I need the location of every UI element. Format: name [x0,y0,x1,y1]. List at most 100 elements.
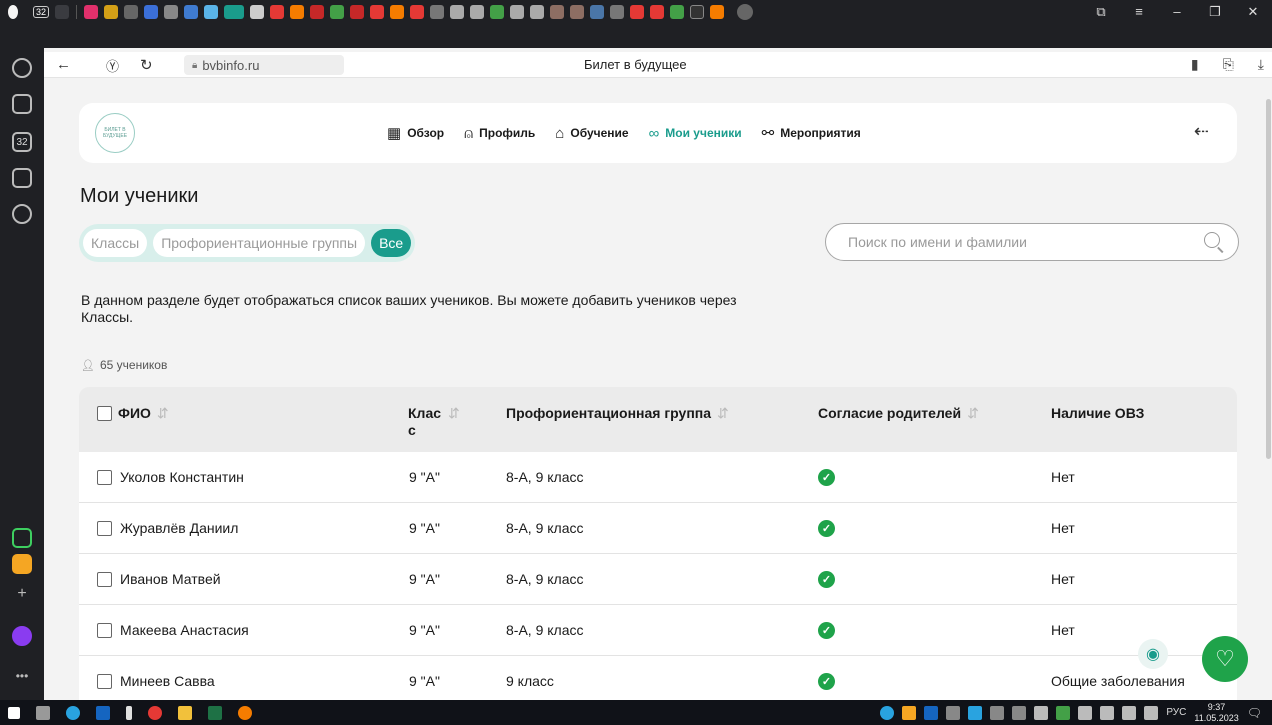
tab-count-badge[interactable]: 32 [33,5,50,18]
row-checkbox[interactable] [97,623,112,638]
tab-icon[interactable] [250,4,265,19]
minimize-icon[interactable]: – [1158,4,1196,19]
tab-icon[interactable] [164,4,179,19]
tab-icon[interactable] [370,4,385,19]
notifications-icon[interactable]: 🗨︎ [1247,706,1262,720]
tray-icon[interactable] [990,705,1005,720]
network-icon[interactable] [1034,705,1049,720]
table-row[interactable]: Иванов Матвей 9 "А" 8-А, 9 класс ✓ Нет [79,554,1237,605]
tab-icon[interactable] [690,4,705,19]
tab-icon[interactable] [144,4,159,19]
nav-profile[interactable]: ⍝ Профиль [464,125,535,142]
nav-education[interactable]: ⌂ Обучение [555,125,628,142]
tab-count-icon[interactable]: 32 [12,132,32,152]
task-view-icon[interactable] [36,705,50,720]
filter-all[interactable]: Все [371,229,412,257]
tray-icon[interactable] [1012,705,1027,720]
tab-icon[interactable] [450,4,465,19]
chevron-down-icon[interactable] [55,4,70,19]
tab-icon[interactable] [430,4,445,19]
tab-icon[interactable] [204,4,219,19]
sort-icon[interactable]: ⇵ [448,405,460,422]
tab-icon[interactable] [290,4,305,19]
alice-assistant-icon[interactable] [12,626,32,646]
volume-icon[interactable] [1078,705,1093,720]
search-input[interactable] [848,234,1188,250]
search-icon[interactable] [1204,232,1220,248]
table-row[interactable]: Минеев Савва 9 "А" 9 класс ✓ Общие забол… [79,656,1237,700]
logout-icon[interactable]: ⇠ [1194,121,1209,142]
download-icon[interactable]: ⤓ [1258,56,1264,73]
tab-icon[interactable] [610,4,625,19]
app-icon[interactable] [12,528,32,548]
row-checkbox[interactable] [97,521,112,536]
tab-icon[interactable] [670,4,685,19]
table-row[interactable]: Макеева Анастасия 9 "А" 8-А, 9 класс ✓ Н… [79,605,1237,656]
yandex-browser-icon[interactable] [148,705,162,720]
language-indicator[interactable]: РУС [1166,707,1186,718]
tab-icon-active[interactable] [224,4,245,19]
clock[interactable]: 9:37 11.05.2023 [1194,702,1238,724]
tab-icon[interactable] [490,4,505,19]
more-dots-icon[interactable]: ••• [12,666,32,686]
new-tab-plus-icon[interactable] [737,3,754,20]
accessibility-eye-button[interactable]: ◉ [1138,639,1168,669]
filter-career-groups[interactable]: Профориентационные группы [153,229,366,257]
tray-icon[interactable] [1100,705,1115,720]
restore-icon[interactable]: ❐ [1196,4,1234,20]
table-row[interactable]: Журавлёв Даниил 9 "А" 8-А, 9 класс ✓ Нет [79,503,1237,554]
file-explorer-icon[interactable] [178,705,192,720]
app-icon[interactable] [126,705,132,720]
mail-app-icon[interactable] [12,554,32,574]
play-icon[interactable] [12,204,32,224]
tray-icon[interactable] [924,705,939,720]
collections-icon[interactable] [12,94,32,114]
tab-icon[interactable] [470,4,485,19]
row-checkbox[interactable] [97,674,112,689]
tab-icon[interactable] [84,4,99,19]
tab-icon[interactable] [630,4,645,19]
tab-icon[interactable] [570,4,585,19]
tray-icon[interactable] [968,705,983,720]
scrollbar-thumb[interactable] [1266,99,1271,459]
back-arrow-icon[interactable]: ← [56,56,71,73]
sort-icon[interactable]: ⇵ [157,405,169,422]
close-icon[interactable]: ✕ [1234,4,1272,20]
excel-icon[interactable] [208,705,222,720]
tab-icon[interactable] [710,4,725,19]
row-checkbox[interactable] [97,572,112,587]
support-heart-button[interactable]: ♡ [1202,636,1248,682]
tab-icon[interactable] [124,4,139,19]
tab-icon[interactable] [330,4,345,19]
sort-icon[interactable]: ⇵ [967,405,979,422]
tab-icon[interactable] [350,4,365,19]
screenshot-icon[interactable] [12,168,32,188]
filter-classes[interactable]: Классы [83,229,148,257]
nav-events[interactable]: ⚯ Мероприятия [762,124,861,142]
yandex-icon[interactable]: Ⓨ [106,56,119,75]
tray-icon[interactable] [1056,705,1071,720]
reload-icon[interactable]: ↻ [140,56,153,74]
bookmark-icon[interactable]: ▮ [1191,56,1199,73]
tab-icon[interactable] [270,4,285,19]
table-row[interactable]: Уколов Константин 9 "А" 8-А, 9 класс ✓ Н… [79,452,1237,503]
tab-icon[interactable] [410,4,425,19]
tab-icon[interactable] [590,4,605,19]
nav-overview[interactable]: ▦ Обзор [387,124,444,142]
app-icon[interactable] [66,705,80,720]
app-icon[interactable] [238,705,252,720]
tab-icon[interactable] [104,4,119,19]
url-field[interactable]: 🔒︎ bvbinfo.ru [184,55,344,75]
row-checkbox[interactable] [97,470,112,485]
tray-icon[interactable] [946,705,961,720]
nav-my-students[interactable]: ∞ Мои ученики [649,125,742,142]
add-panel-plus-icon[interactable]: + [12,584,32,604]
tab-icon[interactable] [510,4,525,19]
windows-start-icon[interactable] [8,706,20,719]
tray-icon[interactable] [902,705,917,720]
select-all-checkbox[interactable] [97,406,112,421]
tab-icon[interactable] [184,4,199,19]
sort-icon[interactable]: ⇵ [717,405,729,422]
tab-icon[interactable] [650,4,665,19]
tray-icon[interactable] [1122,705,1137,720]
